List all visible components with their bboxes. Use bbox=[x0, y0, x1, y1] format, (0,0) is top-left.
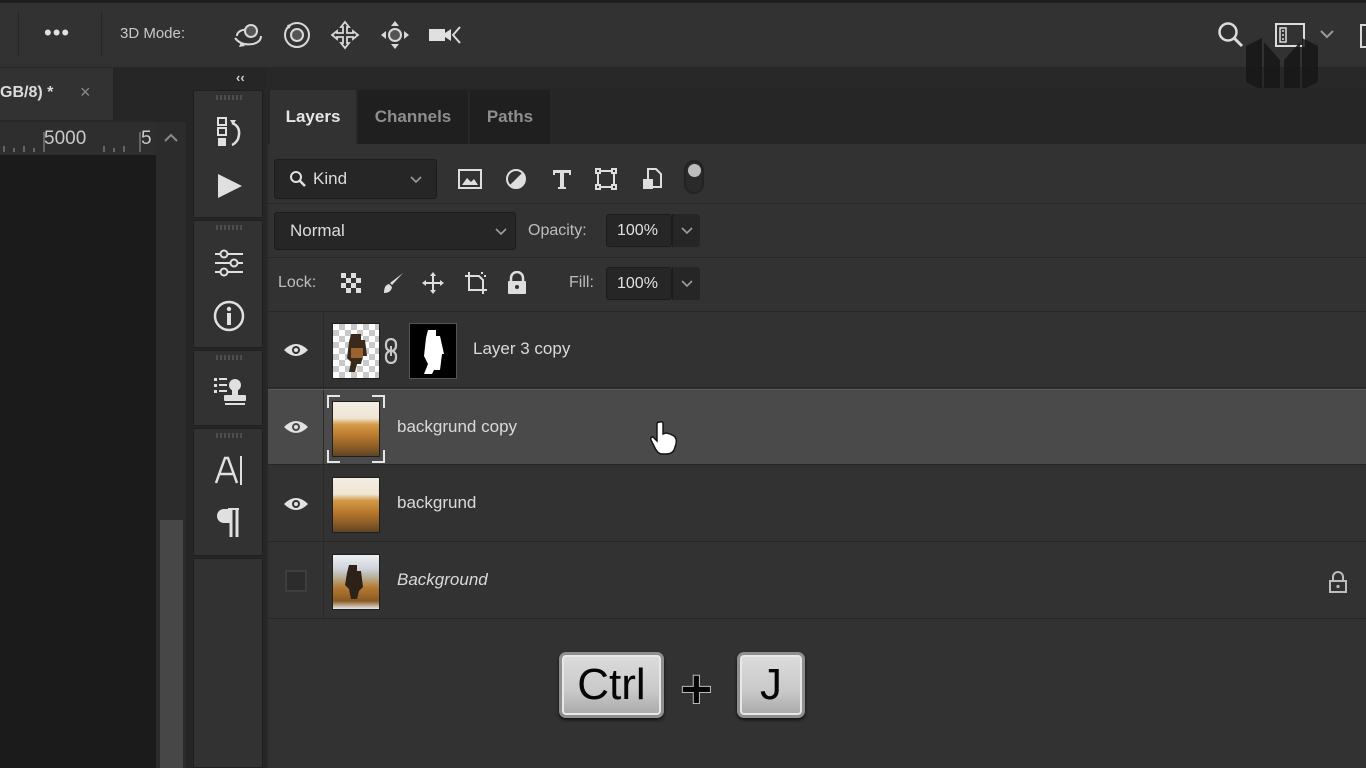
3d-mode-label: 3D Mode: bbox=[120, 25, 186, 42]
layer-name[interactable]: backgrund bbox=[397, 493, 476, 513]
fill-label: Fill: bbox=[569, 274, 594, 291]
fill-slider-toggle[interactable] bbox=[672, 267, 700, 300]
pixel-filter-icon[interactable] bbox=[454, 164, 486, 194]
divider bbox=[18, 12, 19, 56]
hand-pointer-cursor bbox=[648, 420, 680, 461]
chevron-down-icon bbox=[680, 226, 693, 234]
clone-source-icon[interactable] bbox=[206, 370, 252, 410]
fill-input[interactable]: 100% bbox=[606, 267, 672, 300]
smart-object-filter-icon[interactable] bbox=[636, 164, 668, 194]
chevron-down-icon bbox=[680, 279, 693, 287]
shortcut-key-j: J bbox=[737, 652, 805, 718]
history-icon[interactable] bbox=[206, 112, 252, 152]
layer-row[interactable]: Layer 3 copy bbox=[268, 312, 1366, 388]
adjustments-sliders-icon[interactable] bbox=[206, 243, 252, 283]
collapse-panels-button[interactable]: ‹‹ bbox=[236, 70, 245, 85]
selection-corners bbox=[327, 395, 385, 463]
visibility-toggle[interactable] bbox=[268, 390, 324, 464]
scrollbar-thumb[interactable] bbox=[160, 520, 183, 768]
canvas-area[interactable] bbox=[0, 155, 156, 768]
opacity-label: Opacity: bbox=[528, 222, 587, 239]
visibility-toggle[interactable] bbox=[268, 543, 324, 618]
close-icon[interactable]: × bbox=[80, 82, 91, 103]
options-bar bbox=[0, 0, 1366, 68]
eye-icon bbox=[283, 343, 308, 356]
type-filter-icon[interactable] bbox=[546, 164, 578, 194]
drag-grip[interactable] bbox=[216, 355, 244, 360]
info-icon[interactable] bbox=[206, 296, 252, 336]
drag-grip[interactable] bbox=[216, 95, 244, 100]
tab-paths[interactable]: Paths bbox=[470, 90, 550, 144]
layer-thumbnail[interactable] bbox=[332, 554, 380, 610]
opacity-slider-toggle[interactable] bbox=[672, 214, 700, 247]
visibility-toggle[interactable] bbox=[268, 466, 324, 541]
hidden-visibility-box bbox=[284, 569, 307, 592]
divider bbox=[268, 257, 1366, 258]
lock-artboard-icon[interactable] bbox=[461, 268, 491, 298]
shape-filter-icon[interactable] bbox=[590, 164, 622, 194]
layer-name[interactable]: backgrund copy bbox=[397, 417, 517, 437]
lock-transparent-pixels-icon[interactable] bbox=[336, 268, 366, 298]
adjustment-filter-icon[interactable] bbox=[500, 164, 532, 194]
layer-row[interactable]: backgrund bbox=[268, 466, 1366, 542]
paragraph-icon[interactable] bbox=[206, 502, 252, 542]
filter-toggle-switch[interactable] bbox=[684, 160, 704, 194]
panel-edge-icon[interactable] bbox=[1360, 24, 1366, 48]
chevron-down-icon bbox=[410, 172, 428, 187]
scroll-up-icon[interactable] bbox=[164, 130, 178, 148]
ruler-label: 5000 bbox=[44, 128, 87, 149]
filter-kind-value: Kind bbox=[313, 169, 348, 188]
lock-label: Lock: bbox=[278, 274, 317, 291]
mask-link-icon[interactable] bbox=[383, 337, 399, 369]
layer-row[interactable]: Background bbox=[268, 543, 1366, 619]
eye-icon bbox=[283, 421, 308, 433]
visibility-toggle[interactable] bbox=[268, 312, 324, 387]
layer-thumbnail[interactable] bbox=[332, 477, 380, 533]
opacity-input[interactable]: 100% bbox=[606, 214, 672, 247]
lock-all-icon[interactable] bbox=[502, 268, 532, 298]
layer-mask-thumbnail[interactable] bbox=[409, 323, 457, 379]
character-icon[interactable] bbox=[206, 450, 252, 490]
blend-mode-value: Normal bbox=[290, 221, 345, 240]
search-icon[interactable] bbox=[1216, 20, 1246, 55]
blend-mode-dropdown[interactable]: Normal bbox=[274, 212, 516, 250]
layer-thumbnail[interactable] bbox=[332, 323, 380, 379]
layer-row[interactable]: backgrund copy bbox=[268, 389, 1366, 465]
shortcut-plus: + bbox=[680, 657, 714, 721]
tab-layers[interactable]: Layers bbox=[270, 90, 356, 144]
search-icon bbox=[290, 171, 306, 187]
drag-3d-icon[interactable] bbox=[327, 18, 363, 52]
eye-icon bbox=[283, 497, 308, 510]
drag-grip[interactable] bbox=[216, 225, 244, 230]
divider bbox=[101, 12, 102, 56]
drag-grip[interactable] bbox=[216, 433, 244, 438]
layer-lock-icon[interactable] bbox=[1328, 571, 1348, 598]
scale-3d-camera-icon[interactable] bbox=[426, 18, 462, 52]
shortcut-key-ctrl: Ctrl bbox=[559, 652, 664, 718]
lock-position-icon[interactable] bbox=[418, 268, 448, 298]
filter-kind-dropdown[interactable]: Kind bbox=[274, 159, 437, 199]
chevron-down-icon bbox=[495, 224, 507, 239]
lock-image-pixels-icon[interactable] bbox=[378, 268, 408, 298]
ruler-label: 5 bbox=[141, 128, 152, 149]
layer-name[interactable]: Background bbox=[397, 570, 488, 590]
document-tab-title[interactable]: GB/8) * bbox=[0, 84, 53, 102]
more-options-button[interactable]: ••• bbox=[44, 20, 70, 46]
tab-channels[interactable]: Channels bbox=[358, 90, 468, 144]
panel-group-empty bbox=[193, 558, 263, 768]
actions-play-icon[interactable] bbox=[206, 166, 252, 206]
layer-name[interactable]: Layer 3 copy bbox=[473, 339, 570, 359]
divider bbox=[268, 203, 1366, 204]
roll-3d-icon[interactable] bbox=[279, 18, 315, 52]
slide-3d-icon[interactable] bbox=[377, 18, 413, 52]
chevron-down-icon[interactable] bbox=[1320, 26, 1334, 42]
orbit-3d-icon[interactable] bbox=[230, 18, 266, 52]
